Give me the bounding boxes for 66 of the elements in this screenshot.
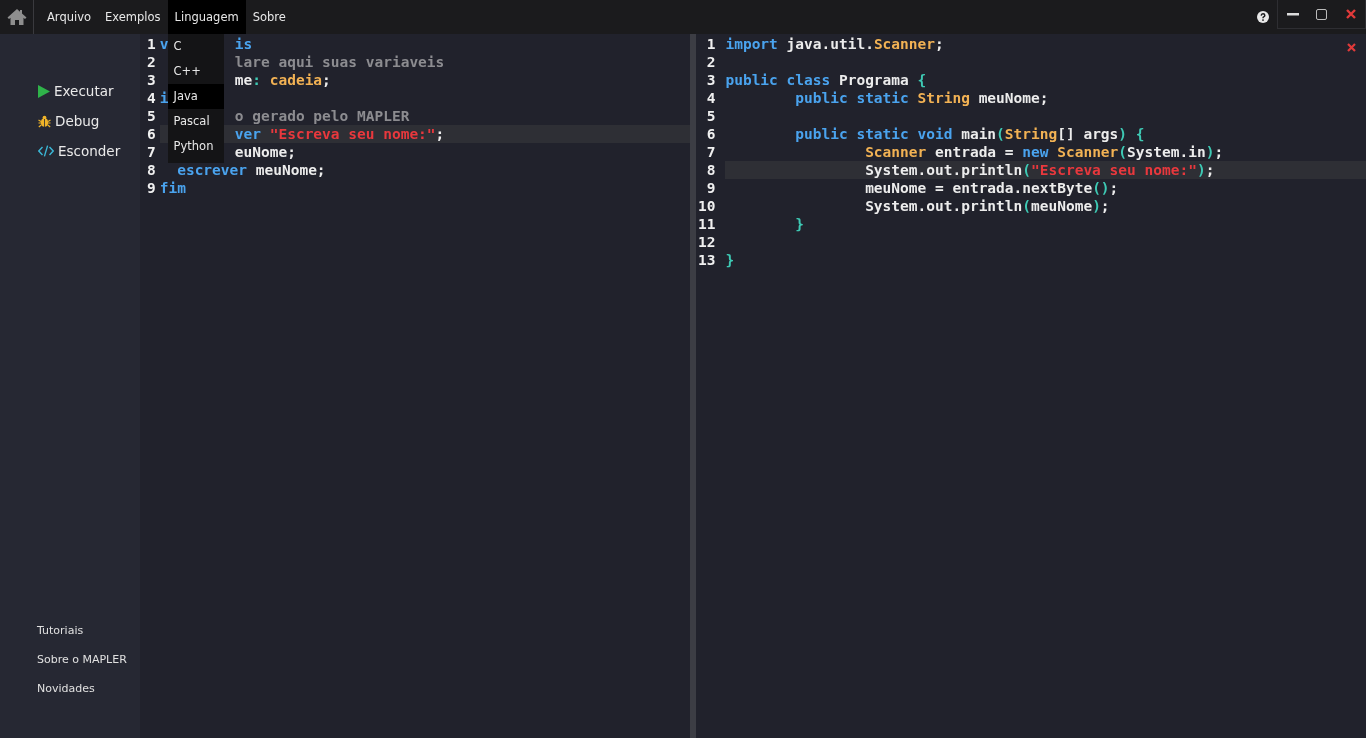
line-number: 12	[698, 233, 716, 251]
sidebar-link[interactable]: Tutoriais	[37, 623, 84, 639]
play-icon	[38, 84, 50, 98]
code-icon	[38, 145, 54, 157]
code-text: is	[234, 35, 253, 53]
line-number: 6	[147, 125, 156, 143]
line-number: 5	[147, 107, 156, 125]
line-number: 2	[147, 53, 156, 71]
line-number: 1	[147, 35, 156, 53]
code-text: Scanner entrada = new Scanner(System.in);	[864, 143, 1224, 161]
line-number: 6	[705, 125, 716, 143]
code-text: meuNome = entrada.nextByte();	[864, 179, 1119, 197]
code-text: fim	[159, 180, 186, 196]
code-text: escrever meuNome;	[176, 162, 326, 178]
dropdown-item[interactable]: Pascal	[167, 109, 224, 134]
code-text: public static void main(String[] args) {	[794, 125, 1145, 143]
dropdown-item[interactable]: Java	[167, 84, 224, 109]
code-text: System.out.println(meuNome);	[864, 197, 1110, 215]
code-text: me: cadeia;	[234, 71, 331, 89]
sidebar-link[interactable]: Novidades	[37, 681, 95, 697]
line-number: 1	[705, 35, 716, 53]
line-number: 4	[705, 89, 716, 107]
line-number: 4	[147, 89, 156, 107]
line-number: 5	[705, 107, 716, 125]
dropdown-item[interactable]: Python	[167, 134, 224, 159]
close-icon[interactable]	[1347, 43, 1356, 52]
help-icon[interactable]	[1257, 11, 1269, 23]
code-text: o gerado pelo MAPLER	[234, 107, 410, 125]
line-number: 7	[147, 143, 156, 161]
code-text: }	[794, 215, 805, 233]
line-number: 8	[705, 161, 716, 179]
code-text: lare aqui suas variaveis	[234, 53, 445, 71]
line-number: 3	[705, 71, 716, 89]
code-text: import java.util.Scanner;	[725, 35, 944, 53]
sidebar-action[interactable]: Esconder	[38, 140, 121, 162]
code-text: public class Programa {	[725, 71, 927, 89]
line-number: 7	[705, 143, 716, 161]
dropdown-item[interactable]: C	[167, 34, 224, 59]
menu-item[interactable]: Arquivo	[40, 0, 99, 34]
minimize-icon	[1286, 12, 1299, 16]
code-text: }	[725, 251, 735, 269]
code-text: v	[159, 36, 169, 52]
code-text: System.out.println("Escreva seu nome:");	[864, 161, 1215, 179]
bug-icon	[38, 114, 51, 128]
line-number: 3	[147, 71, 156, 89]
menu-item[interactable]: Exemplos	[98, 0, 168, 34]
code-text: public static String meuNome;	[794, 89, 1049, 107]
line-number: 9	[705, 179, 716, 197]
line-number: 10	[698, 197, 716, 215]
code-text: i	[159, 90, 169, 106]
line-number: 9	[147, 179, 156, 197]
line-number: 8	[147, 161, 156, 179]
code-text: ver "Escreva seu nome:";	[234, 125, 445, 143]
sidebar-action[interactable]: Executar	[38, 80, 114, 102]
sidebar-link[interactable]: Sobre o MAPLER	[37, 652, 127, 668]
sidebar-action[interactable]: Debug	[38, 110, 100, 132]
menu-item[interactable]: Sobre	[245, 0, 293, 34]
close-icon	[1345, 9, 1356, 19]
line-number: 11	[698, 215, 716, 233]
code-text: euNome;	[234, 143, 296, 161]
dropdown-item[interactable]: C++	[167, 59, 224, 84]
home-icon	[6, 8, 27, 26]
menu-item[interactable]: Linguagem	[167, 0, 246, 34]
line-number: 13	[698, 251, 716, 269]
maximize-icon	[1316, 8, 1327, 20]
line-number: 2	[705, 53, 716, 71]
